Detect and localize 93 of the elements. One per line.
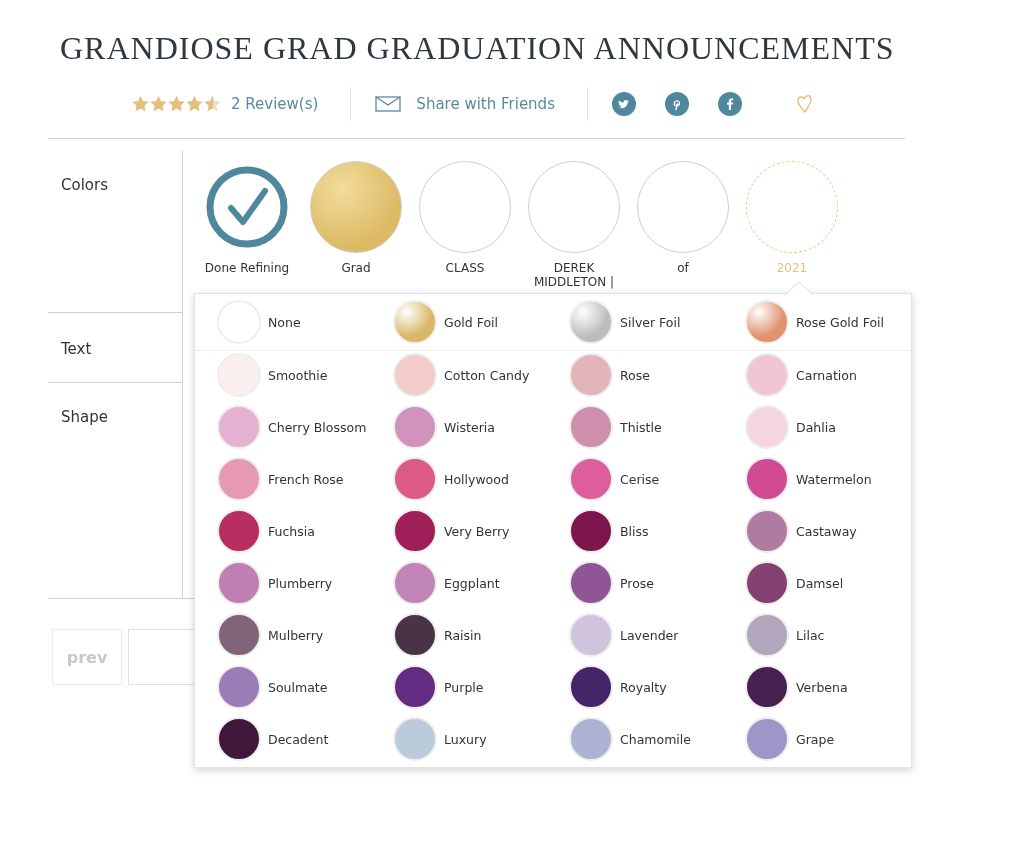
heart-icon[interactable] xyxy=(794,94,815,114)
color-name[interactable]: Lavender xyxy=(620,627,679,643)
color-name[interactable]: Luxury xyxy=(444,731,487,747)
layer-label: Done Refining xyxy=(203,261,291,275)
color-swatch[interactable] xyxy=(217,613,261,657)
color-swatch[interactable] xyxy=(393,665,437,709)
pinterest-icon[interactable] xyxy=(664,92,689,116)
color-name[interactable]: Damsel xyxy=(796,575,844,591)
color-swatch[interactable] xyxy=(393,613,437,657)
color-name[interactable]: Watermelon xyxy=(796,471,872,487)
color-name[interactable]: Very Berry xyxy=(444,523,510,539)
color-swatch[interactable] xyxy=(745,300,789,344)
color-swatch[interactable] xyxy=(393,405,437,449)
color-swatch[interactable] xyxy=(745,509,789,553)
color-name[interactable]: Gold Foil xyxy=(444,314,499,330)
star-icon xyxy=(186,96,203,112)
color-name[interactable]: Hollywood xyxy=(444,471,509,487)
color-swatch[interactable] xyxy=(745,561,789,605)
color-swatch[interactable] xyxy=(745,405,789,449)
color-swatch[interactable] xyxy=(569,509,613,553)
color-swatch[interactable] xyxy=(217,717,261,761)
color-name[interactable]: Dahlia xyxy=(796,419,836,435)
color-name[interactable]: Cerise xyxy=(620,471,660,487)
color-swatch[interactable] xyxy=(745,613,789,657)
color-name[interactable]: Purple xyxy=(444,679,484,695)
color-swatch[interactable] xyxy=(393,300,437,344)
color-name[interactable]: Prose xyxy=(620,575,655,591)
color-name[interactable]: Fuchsia xyxy=(268,523,315,539)
color-swatch[interactable] xyxy=(217,665,261,709)
color-name[interactable]: None xyxy=(268,314,301,330)
color-name[interactable]: Eggplant xyxy=(444,575,500,591)
color-name[interactable]: Bliss xyxy=(620,523,649,539)
color-name[interactable]: Castaway xyxy=(796,523,857,539)
color-swatch[interactable] xyxy=(569,405,613,449)
color-name[interactable]: Cherry Blossom xyxy=(268,419,367,435)
layer-label: 2021 xyxy=(775,261,809,275)
color-swatch[interactable] xyxy=(393,457,437,501)
color-swatch[interactable] xyxy=(745,457,789,501)
reviews-link[interactable]: 2 Review(s) xyxy=(231,95,319,113)
color-swatch[interactable] xyxy=(569,300,613,344)
color-swatch[interactable] xyxy=(569,353,613,397)
color-name[interactable]: Rose xyxy=(620,367,650,383)
color-name[interactable]: Chamomile xyxy=(620,731,691,747)
twitter-icon[interactable] xyxy=(611,92,636,116)
color-swatch[interactable] xyxy=(569,665,613,709)
color-name[interactable]: Cotton Candy xyxy=(444,367,530,383)
color-name[interactable]: Plumberry xyxy=(268,575,333,591)
color-swatch[interactable] xyxy=(217,457,261,501)
section-label[interactable]: Text xyxy=(61,340,92,358)
color-swatch[interactable] xyxy=(393,509,437,553)
envelope-icon[interactable] xyxy=(375,96,402,112)
color-swatch[interactable] xyxy=(745,353,789,397)
color-swatch[interactable] xyxy=(745,717,789,761)
star-icon xyxy=(204,96,221,112)
layer-label: of xyxy=(676,261,690,275)
color-swatch[interactable] xyxy=(569,561,613,605)
color-name[interactable]: Royalty xyxy=(620,679,667,695)
color-swatch[interactable] xyxy=(393,353,437,397)
layer-label: Grad xyxy=(340,261,372,275)
color-swatch[interactable] xyxy=(569,717,613,761)
color-swatch[interactable] xyxy=(217,509,261,553)
star-icon xyxy=(132,96,149,112)
color-name[interactable]: French Rose xyxy=(268,471,344,487)
color-name[interactable]: Rose Gold Foil xyxy=(796,314,884,330)
color-name[interactable]: Thistle xyxy=(620,419,662,435)
color-name[interactable]: Grape xyxy=(796,731,835,747)
color-name[interactable]: Decadent xyxy=(268,731,329,747)
facebook-icon[interactable] xyxy=(717,92,742,116)
color-swatch[interactable] xyxy=(217,561,261,605)
section-label[interactable]: Colors xyxy=(61,176,108,194)
color-swatch[interactable] xyxy=(569,457,613,501)
color-swatch[interactable] xyxy=(745,665,789,709)
color-name[interactable]: Wisteria xyxy=(444,419,495,435)
color-name[interactable]: Verbena xyxy=(796,679,848,695)
star-icon xyxy=(150,96,167,112)
color-name[interactable]: Lilac xyxy=(796,627,825,643)
color-swatch[interactable] xyxy=(393,717,437,761)
star-icon xyxy=(168,96,185,112)
section-label[interactable]: Shape xyxy=(61,408,108,426)
color-swatch[interactable] xyxy=(569,613,613,657)
color-name[interactable]: Raisin xyxy=(444,627,482,643)
color-swatch[interactable] xyxy=(217,405,261,449)
layer-label: CLASS xyxy=(444,261,486,275)
color-name[interactable]: Mulberry xyxy=(268,627,324,643)
share-link[interactable]: Share with Friends xyxy=(416,95,555,113)
color-name[interactable]: Silver Foil xyxy=(620,314,681,330)
color-swatch[interactable] xyxy=(393,561,437,605)
layer-label: DEREK MIDDLETON | xyxy=(532,261,616,289)
color-name[interactable]: Smoothie xyxy=(268,367,328,383)
color-name[interactable]: Soulmate xyxy=(268,679,328,695)
page-title: GRANDIOSE GRAD GRADUATION ANNOUNCEMENTS xyxy=(59,29,896,68)
checkmark-icon[interactable] xyxy=(205,165,289,249)
color-name[interactable]: Carnation xyxy=(796,367,857,383)
